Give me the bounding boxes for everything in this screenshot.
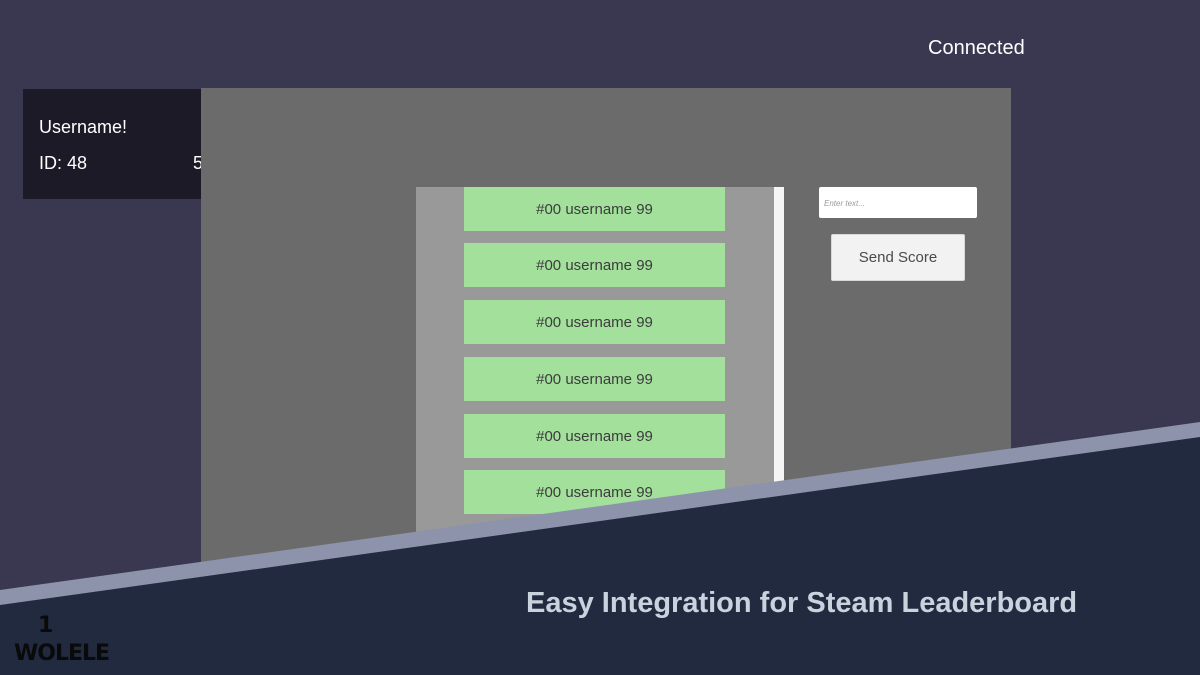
- banner-background: [0, 437, 1200, 675]
- logo-text: WOLELE: [14, 641, 110, 666]
- wolele-logo: 1 WOLELE: [14, 611, 110, 667]
- logo-mark-icon: 1: [38, 613, 54, 638]
- banner-overlay: [0, 422, 1200, 675]
- banner-caption: Easy Integration for Steam Leaderboard: [526, 587, 1078, 619]
